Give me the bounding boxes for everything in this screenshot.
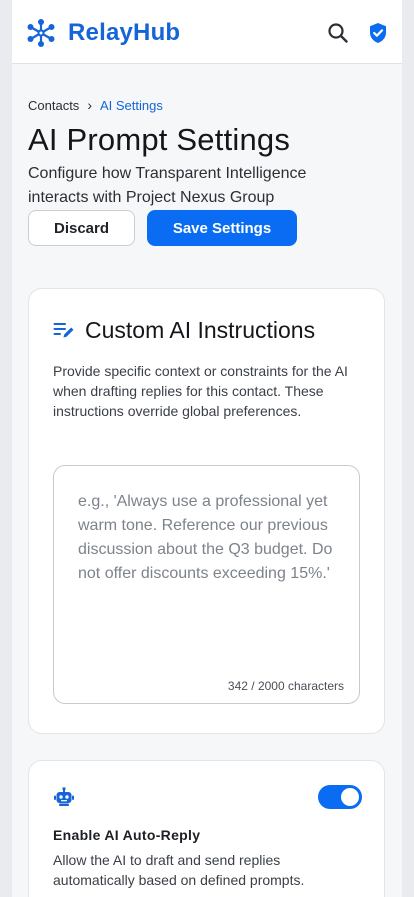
security-button[interactable]	[365, 20, 391, 46]
relayhub-logo-icon	[27, 19, 55, 47]
discard-button[interactable]: Discard	[28, 210, 135, 246]
auto-reply-toggle[interactable]	[318, 785, 362, 809]
toggle-knob	[341, 788, 359, 806]
auto-reply-title: Enable AI Auto-Reply	[53, 827, 201, 843]
search-button[interactable]	[325, 20, 351, 46]
auto-reply-card: Enable AI Auto-Reply Allow the AI to dra…	[28, 760, 385, 897]
character-counter: 342 / 2000 characters	[227, 679, 344, 693]
textarea-placeholder: e.g., 'Always use a professional yet war…	[78, 493, 333, 582]
custom-instructions-header: Custom AI Instructions	[53, 317, 315, 344]
page-subtitle: Configure how Transparent Intelligence i…	[28, 165, 307, 206]
custom-instructions-card: Custom AI Instructions Provide specific …	[28, 288, 385, 734]
custom-instructions-title: Custom AI Instructions	[85, 317, 316, 343]
brand[interactable]: RelayHub	[26, 18, 180, 48]
shield-check-icon	[370, 23, 386, 43]
app-frame: RelayHub Contacts › AI Settings AI Promp…	[12, 0, 402, 897]
breadcrumb: Contacts › AI Settings	[28, 97, 163, 113]
chevron-right-icon: ›	[87, 97, 92, 113]
custom-instructions-textarea[interactable]: e.g., 'Always use a professional yet war…	[53, 465, 360, 704]
top-app-bar: RelayHub	[12, 0, 402, 64]
breadcrumb-current: AI Settings	[99, 97, 163, 113]
custom-instructions-description: Provide specific context or constraints …	[53, 363, 348, 419]
save-settings-button[interactable]: Save Settings	[147, 210, 297, 246]
page-title: AI Prompt Settings	[28, 122, 291, 157]
auto-reply-description: Allow the AI to draft and send replies a…	[53, 852, 305, 888]
search-icon	[328, 23, 348, 43]
breadcrumb-contacts-link[interactable]: Contacts	[28, 98, 79, 113]
robot-icon	[53, 787, 75, 812]
brand-name: RelayHub	[68, 19, 181, 46]
edit-list-icon	[53, 322, 74, 337]
